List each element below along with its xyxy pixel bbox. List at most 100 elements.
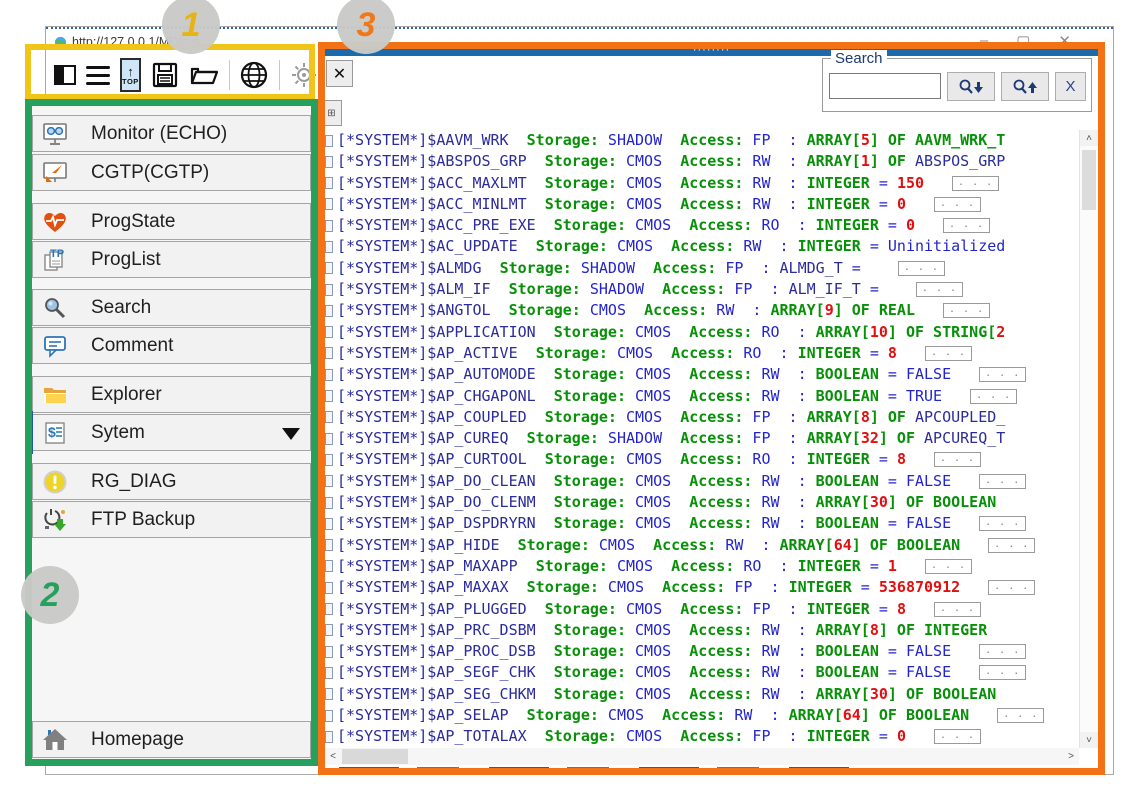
tree-expander-icon[interactable]: [325, 582, 333, 594]
tree-expander-icon[interactable]: [325, 539, 333, 551]
scroll-top-button[interactable]: ↑ TOP: [120, 58, 141, 92]
collapse-tree-button[interactable]: ⊞: [321, 100, 342, 126]
tree-expander-icon[interactable]: [325, 624, 333, 636]
tree-expander-icon[interactable]: [325, 326, 333, 338]
expand-value-button[interactable]: . . .: [925, 559, 972, 574]
sidebar-item-proglist[interactable]: TP ProgList: [32, 241, 311, 278]
expand-value-button[interactable]: . . .: [979, 665, 1026, 680]
expand-value-button[interactable]: . . .: [979, 516, 1026, 531]
sidebar-item-cgtp[interactable]: CGTP(CGTP): [32, 154, 311, 191]
tree-expander-icon[interactable]: [325, 497, 333, 509]
address-url[interactable]: http://127.0.0.1/MD/sys: [72, 35, 201, 49]
variable-text-segment: CMOS: [617, 600, 680, 618]
sidebar-item-label: CGTP(CGTP): [91, 162, 209, 184]
variable-text-segment: [*SYSTEM*]$AP_AUTOMODE: [337, 365, 554, 383]
tree-expander-icon[interactable]: [325, 603, 333, 615]
expand-value-button[interactable]: . . .: [916, 282, 963, 297]
expand-value-button[interactable]: . . .: [979, 474, 1026, 489]
sidebar-item-system[interactable]: $ Sytem: [32, 414, 311, 451]
expand-value-button[interactable]: . . .: [934, 602, 981, 617]
tree-expander-icon[interactable]: [325, 198, 333, 210]
tree-expander-icon[interactable]: [325, 305, 333, 317]
scroll-right-button[interactable]: ˃: [1063, 748, 1079, 765]
tree-expander-icon[interactable]: [325, 731, 333, 743]
horizontal-scroll-thumb[interactable]: [342, 749, 408, 764]
variable-text-segment: INTEGER: [798, 344, 861, 362]
variable-text-segment: [*SYSTEM*]$AP_MAXAX: [337, 578, 527, 596]
expand-value-button[interactable]: . . .: [970, 389, 1017, 404]
tree-expander-icon[interactable]: [325, 177, 333, 189]
expand-value-button[interactable]: . . .: [934, 452, 981, 467]
tree-expander-icon[interactable]: [325, 475, 333, 487]
find-next-button[interactable]: [947, 72, 995, 101]
tree-expander-icon[interactable]: [325, 411, 333, 423]
scroll-left-button[interactable]: ˂: [325, 748, 341, 765]
save-button[interactable]: [151, 61, 179, 89]
magnifier-icon: [42, 295, 68, 321]
scroll-down-button[interactable]: ˅: [1080, 732, 1098, 748]
chevron-down-icon[interactable]: [282, 428, 300, 440]
search-input[interactable]: [829, 73, 941, 99]
vertical-scroll-thumb[interactable]: [1082, 150, 1096, 210]
horizontal-scrollbar[interactable]: ˂ ˃: [325, 748, 1079, 765]
variable-text-segment: = FALSE: [879, 365, 951, 383]
settings-button[interactable]: [290, 61, 318, 89]
tree-expander-icon[interactable]: [325, 560, 333, 572]
tree-expander-icon[interactable]: [325, 688, 333, 700]
sidebar-item-monitor-echo[interactable]: Monitor (ECHO): [32, 115, 311, 152]
variable-text-segment: [*SYSTEM*]$ABSPOS_GRP: [337, 152, 545, 170]
variable-text-segment: ARRAY[: [807, 131, 861, 149]
tree-expander-icon[interactable]: [325, 454, 333, 466]
variable-row: [*SYSTEM*]$ALMDG Storage: SHADOW Access:…: [325, 258, 1077, 279]
sidebar-item-comment[interactable]: Comment: [32, 327, 311, 364]
expand-value-button[interactable]: . . .: [898, 261, 945, 276]
panel-close-button[interactable]: ✕: [326, 60, 353, 87]
open-folder-button[interactable]: [189, 62, 219, 88]
sidebar-item-ftp-backup[interactable]: FTP Backup: [32, 501, 311, 538]
sidebar-item-search[interactable]: Search: [32, 289, 311, 326]
sidebar-item-explorer[interactable]: Explorer: [32, 376, 311, 413]
vertical-scrollbar[interactable]: ˄ ˅: [1079, 130, 1097, 748]
sidebar-item-rg-diag[interactable]: RG_DIAG: [32, 463, 311, 500]
menu-button[interactable]: [86, 66, 110, 85]
tree-expander-icon[interactable]: [325, 433, 333, 445]
expand-value-button[interactable]: . . .: [934, 197, 981, 212]
tree-expander-icon[interactable]: [325, 284, 333, 296]
search-clear-button[interactable]: X: [1055, 72, 1086, 101]
tree-expander-icon[interactable]: [325, 220, 333, 232]
find-prev-button[interactable]: [1001, 72, 1049, 101]
panel-drag-bar[interactable]: ········: [325, 48, 1098, 56]
sidepanel-toggle-button[interactable]: [54, 65, 76, 85]
web-button[interactable]: [239, 60, 269, 90]
tree-expander-icon[interactable]: [325, 710, 333, 722]
expand-value-button[interactable]: . . .: [943, 303, 990, 318]
scroll-up-button[interactable]: ˄: [1080, 130, 1098, 146]
tree-expander-icon[interactable]: [325, 241, 333, 253]
variable-text-segment: CMOS: [617, 152, 680, 170]
tree-expander-icon[interactable]: [325, 667, 333, 679]
tree-expander-icon[interactable]: [325, 156, 333, 168]
monitor-glasses-icon: [42, 121, 68, 147]
tree-expander-icon[interactable]: [325, 518, 333, 530]
variable-text-segment: 2: [996, 323, 1005, 341]
sidebar-item-progstate[interactable]: ProgState: [32, 203, 311, 240]
expand-value-button[interactable]: . . .: [997, 708, 1044, 723]
expand-value-button[interactable]: . . .: [988, 580, 1035, 595]
tree-expander-icon[interactable]: [325, 262, 333, 274]
sidebar-item-homepage[interactable]: Homepage: [32, 721, 311, 758]
expand-value-button[interactable]: . . .: [979, 644, 1026, 659]
tree-expander-icon[interactable]: [325, 390, 333, 402]
variable-text-segment: Access:: [653, 536, 716, 554]
expand-value-button[interactable]: . . .: [943, 218, 990, 233]
tree-expander-icon[interactable]: [325, 347, 333, 359]
expand-value-button[interactable]: . . .: [979, 367, 1026, 382]
variable-text-segment: INTEGER: [807, 600, 870, 618]
expand-value-button[interactable]: . . .: [934, 729, 981, 744]
expand-value-button[interactable]: . . .: [952, 176, 999, 191]
tree-expander-icon[interactable]: [325, 135, 333, 147]
tree-expander-icon[interactable]: [325, 646, 333, 658]
expand-value-button[interactable]: . . .: [988, 538, 1035, 553]
variable-text-segment: [*SYSTEM*]$AP_SELAP: [337, 706, 527, 724]
expand-value-button[interactable]: . . .: [925, 346, 972, 361]
tree-expander-icon[interactable]: [325, 369, 333, 381]
